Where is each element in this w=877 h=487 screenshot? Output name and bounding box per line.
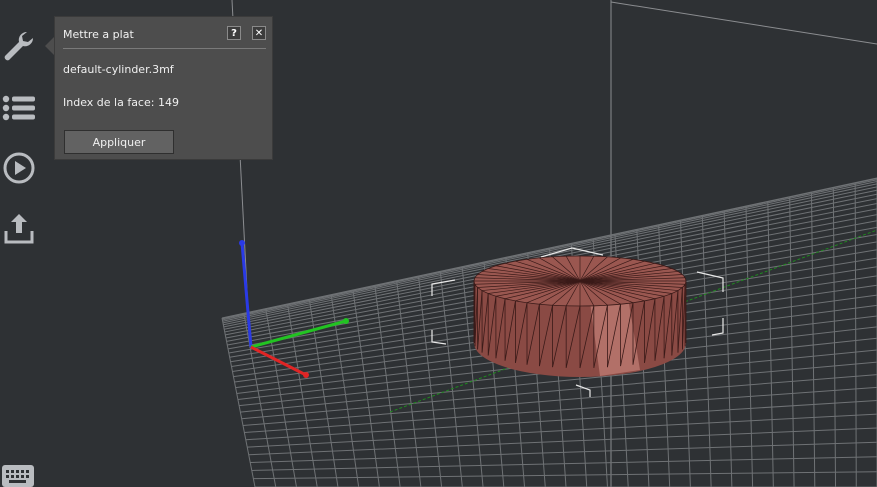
apply-button[interactable]: Appliquer xyxy=(64,130,174,154)
close-button[interactable]: ✕ xyxy=(252,26,266,40)
tools-button[interactable] xyxy=(0,26,38,66)
wrench-icon xyxy=(4,31,34,61)
dialog-divider xyxy=(63,48,266,49)
play-circle-icon xyxy=(3,152,35,184)
dialog-title: Mettre a plat xyxy=(63,28,134,41)
file-name-label: default-cylinder.3mf xyxy=(63,63,174,76)
list-icon xyxy=(2,95,35,121)
play-button[interactable] xyxy=(0,148,38,188)
flatten-dialog: Mettre a plat ? ✕ default-cylinder.3mf I… xyxy=(54,16,273,160)
keyboard-icon xyxy=(2,465,34,487)
app-window: Mettre a plat ? ✕ default-cylinder.3mf I… xyxy=(0,0,877,487)
export-button[interactable] xyxy=(0,208,38,248)
objects-list-button[interactable] xyxy=(0,88,38,128)
close-icon: ✕ xyxy=(254,27,264,39)
keyboard-button[interactable] xyxy=(0,463,36,487)
build-volume-outline xyxy=(231,0,877,487)
upload-icon xyxy=(4,214,34,244)
cylinder-model[interactable] xyxy=(473,255,687,377)
help-button[interactable]: ? xyxy=(227,26,241,40)
left-toolbar xyxy=(0,0,38,487)
face-index-label: Index de la face: 149 xyxy=(63,96,179,109)
